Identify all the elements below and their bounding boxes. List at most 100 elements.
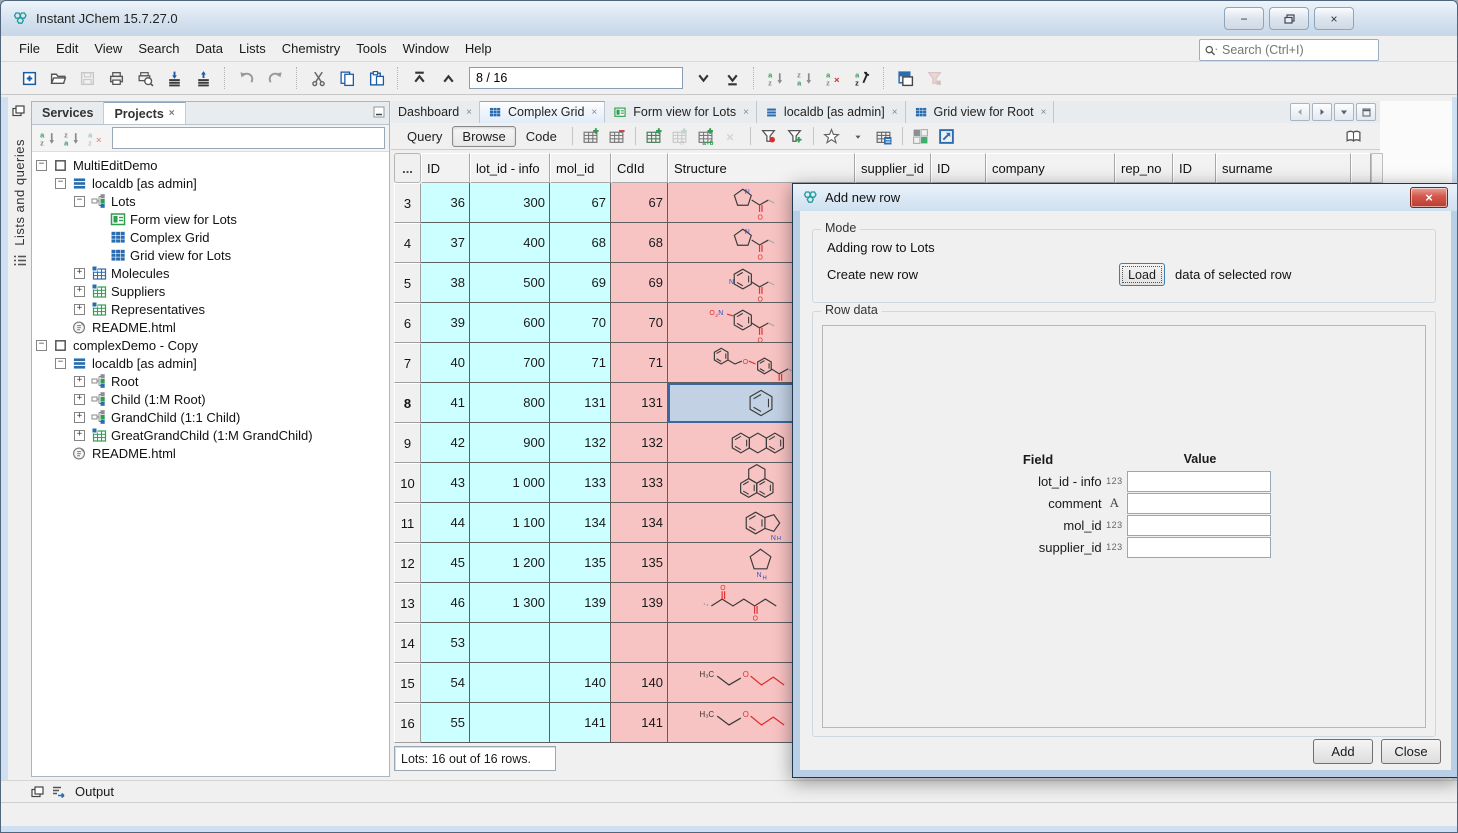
output-windows-icon[interactable] bbox=[31, 786, 44, 798]
custom-sort-icon[interactable]: az bbox=[848, 64, 877, 92]
tab-close-icon[interactable]: × bbox=[892, 107, 898, 118]
column-header-company[interactable]: company bbox=[986, 153, 1115, 183]
tree-item[interactable]: README.html bbox=[36, 444, 389, 462]
row-header[interactable]: 15 bbox=[394, 663, 421, 703]
sort-desc-icon[interactable]: za bbox=[790, 64, 819, 92]
tree-item[interactable]: +Root bbox=[36, 372, 389, 390]
prev-row-icon[interactable] bbox=[434, 64, 463, 92]
tree-filter-input[interactable] bbox=[112, 127, 385, 149]
value-input-supplier-id[interactable] bbox=[1127, 537, 1271, 558]
dialog-close-icon[interactable]: × bbox=[1410, 187, 1448, 208]
grid-cell[interactable]: 135 bbox=[611, 543, 668, 583]
grid-cell[interactable]: 300 bbox=[470, 183, 550, 223]
tree-item[interactable]: −localdb [as admin] bbox=[36, 354, 389, 372]
doc-tab-dashboard[interactable]: Dashboard× bbox=[391, 101, 480, 123]
doc-tab-complex-grid[interactable]: Complex Grid× bbox=[480, 101, 605, 123]
grid-cell[interactable]: 67 bbox=[611, 183, 668, 223]
column-header-id[interactable]: ID bbox=[1173, 153, 1216, 183]
grid-cell[interactable]: 700 bbox=[470, 343, 550, 383]
row-header[interactable]: 3 bbox=[394, 183, 421, 223]
grid-cell[interactable]: 40 bbox=[421, 343, 470, 383]
expand-icon[interactable]: + bbox=[74, 394, 85, 405]
next-row-icon[interactable] bbox=[689, 64, 718, 92]
row-header[interactable]: 6 bbox=[394, 303, 421, 343]
grid-cell[interactable]: 400 bbox=[470, 223, 550, 263]
row-header[interactable]: 4 bbox=[394, 223, 421, 263]
export-blue-icon[interactable] bbox=[934, 124, 960, 148]
column-header-mol-id[interactable]: mol_id bbox=[550, 153, 611, 183]
grid-cell[interactable]: 42 bbox=[421, 423, 470, 463]
tree-item[interactable]: +Molecules bbox=[36, 264, 389, 282]
mode-code-button[interactable]: Code bbox=[516, 126, 567, 147]
tab-close-icon[interactable]: × bbox=[169, 108, 175, 119]
menu-file[interactable]: File bbox=[11, 38, 48, 59]
collapse-icon[interactable]: − bbox=[74, 196, 85, 207]
star-icon[interactable] bbox=[819, 124, 845, 148]
grid-cell[interactable]: 71 bbox=[611, 343, 668, 383]
grid-cell[interactable]: 133 bbox=[550, 463, 611, 503]
menu-search[interactable]: Search bbox=[130, 38, 187, 59]
grid-cell[interactable]: 1 200 bbox=[470, 543, 550, 583]
grid-cell[interactable]: 55 bbox=[421, 703, 470, 743]
column-header-lot-id-info[interactable]: lot_id - info bbox=[470, 153, 550, 183]
menu-tools[interactable]: Tools bbox=[348, 38, 394, 59]
collapse-icon[interactable]: − bbox=[36, 340, 47, 351]
copy-icon[interactable] bbox=[333, 64, 362, 92]
sort-asc-icon[interactable]: az bbox=[36, 128, 58, 148]
doc-tab-localdb-as-admin-[interactable]: localdb [as admin]× bbox=[757, 101, 906, 123]
add-button[interactable]: Add bbox=[1313, 739, 1373, 764]
caret-icon[interactable] bbox=[845, 124, 871, 148]
delete-row-icon[interactable] bbox=[604, 124, 630, 148]
grid-cell[interactable]: 69 bbox=[611, 263, 668, 303]
grid-cell[interactable]: 141 bbox=[550, 703, 611, 743]
import-icon[interactable] bbox=[160, 64, 189, 92]
column-header-id[interactable]: ID bbox=[421, 153, 470, 183]
dock-windows-icon[interactable] bbox=[12, 105, 25, 117]
print-icon[interactable] bbox=[102, 64, 131, 92]
load-button[interactable]: Load bbox=[1119, 263, 1165, 286]
menu-view[interactable]: View bbox=[86, 38, 130, 59]
grid-cell[interactable]: 53 bbox=[421, 623, 470, 663]
expand-icon[interactable]: + bbox=[74, 412, 85, 423]
tree-item[interactable]: −Lots bbox=[36, 192, 389, 210]
grid-cell[interactable]: 43 bbox=[421, 463, 470, 503]
add-row-icon[interactable] bbox=[578, 124, 604, 148]
grid-cell[interactable]: 139 bbox=[611, 583, 668, 623]
row-navigation-field[interactable] bbox=[469, 67, 683, 89]
search-input[interactable] bbox=[1218, 43, 1387, 57]
tab-close-icon[interactable]: × bbox=[1041, 107, 1047, 118]
expand-icon[interactable]: + bbox=[74, 286, 85, 297]
expand-icon[interactable]: + bbox=[74, 430, 85, 441]
tree-item[interactable]: +GrandChild (1:1 Child) bbox=[36, 408, 389, 426]
export-icon[interactable] bbox=[189, 64, 218, 92]
tree-item[interactable]: Form view for Lots bbox=[36, 210, 389, 228]
collapse-icon[interactable]: − bbox=[36, 160, 47, 171]
tree-item[interactable]: +Child (1:M Root) bbox=[36, 390, 389, 408]
grid-cell[interactable]: 132 bbox=[611, 423, 668, 463]
tree-item[interactable]: README.html bbox=[36, 318, 389, 336]
grid-cell[interactable]: 1 000 bbox=[470, 463, 550, 503]
paste-icon[interactable] bbox=[362, 64, 391, 92]
tree-item[interactable]: −localdb [as admin] bbox=[36, 174, 389, 192]
grid-cell[interactable]: 44 bbox=[421, 503, 470, 543]
minimize-button[interactable]: − bbox=[1224, 7, 1264, 30]
print-preview-icon[interactable] bbox=[131, 64, 160, 92]
tree-item[interactable]: −MultiEditDemo bbox=[36, 156, 389, 174]
grid-cell[interactable] bbox=[470, 623, 550, 663]
mode-query-button[interactable]: Query bbox=[397, 126, 452, 147]
tree-item[interactable]: −complexDemo - Copy bbox=[36, 336, 389, 354]
column-header-surname[interactable]: surname bbox=[1216, 153, 1351, 183]
row-header[interactable]: 10 bbox=[394, 463, 421, 503]
doc-tab-form-view-for-lots[interactable]: Form view for Lots× bbox=[605, 101, 757, 123]
menu-edit[interactable]: Edit bbox=[48, 38, 86, 59]
grid-cell[interactable]: 70 bbox=[611, 303, 668, 343]
expand-icon[interactable]: + bbox=[74, 268, 85, 279]
sidebar-tab-services[interactable]: Services bbox=[32, 102, 104, 124]
tree-item[interactable]: +Suppliers bbox=[36, 282, 389, 300]
grid-corner-button[interactable]: ... bbox=[394, 153, 421, 183]
sidebar-tab-projects[interactable]: Projects× bbox=[104, 102, 185, 124]
close-button[interactable]: × bbox=[1314, 7, 1354, 30]
row-header[interactable]: 11 bbox=[394, 503, 421, 543]
grid-cell[interactable]: 134 bbox=[550, 503, 611, 543]
grid-cell[interactable]: 70 bbox=[550, 303, 611, 343]
